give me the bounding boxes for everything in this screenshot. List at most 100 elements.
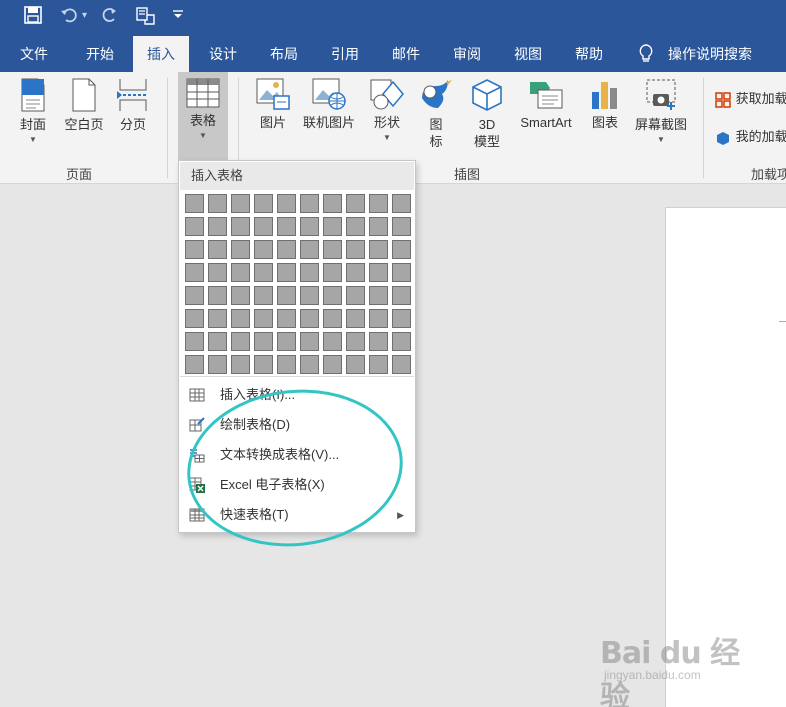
table-grid-cell[interactable]	[300, 194, 319, 213]
table-grid-cell[interactable]	[392, 217, 411, 236]
undo-dropdown-icon[interactable]: ▾	[82, 6, 87, 26]
table-grid-cell[interactable]	[392, 332, 411, 351]
save-icon[interactable]	[24, 6, 42, 30]
table-grid-cell[interactable]	[346, 332, 365, 351]
table-grid-cell[interactable]	[346, 286, 365, 305]
tab-view[interactable]: 视图	[500, 36, 556, 72]
table-grid-cell[interactable]	[277, 286, 296, 305]
table-grid-cell[interactable]	[300, 217, 319, 236]
redo-icon[interactable]	[100, 6, 118, 30]
table-grid-cell[interactable]	[254, 355, 273, 374]
table-grid-cell[interactable]	[369, 240, 388, 259]
table-grid-cell[interactable]	[231, 217, 250, 236]
table-grid-cell[interactable]	[369, 194, 388, 213]
table-grid-cell[interactable]	[254, 217, 273, 236]
table-grid-cell[interactable]	[392, 286, 411, 305]
table-grid-cell[interactable]	[254, 194, 273, 213]
table-grid-cell[interactable]	[208, 217, 227, 236]
table-grid-cell[interactable]	[231, 355, 250, 374]
table-grid-cell[interactable]	[185, 355, 204, 374]
table-grid-cell[interactable]	[323, 194, 342, 213]
table-grid-cell[interactable]	[231, 309, 250, 328]
table-grid-cell[interactable]	[323, 332, 342, 351]
table-grid-cell[interactable]	[254, 263, 273, 282]
table-grid-cell[interactable]	[323, 286, 342, 305]
table-grid-cell[interactable]	[392, 240, 411, 259]
table-grid-cell[interactable]	[277, 309, 296, 328]
table-grid-cell[interactable]	[346, 355, 365, 374]
table-grid-cell[interactable]	[369, 217, 388, 236]
picture-button[interactable]: 图片	[252, 72, 294, 162]
chart-button[interactable]: 图表	[584, 72, 626, 162]
tab-file[interactable]: 文件	[8, 36, 60, 72]
table-grid-cell[interactable]	[392, 355, 411, 374]
table-grid-cell[interactable]	[369, 332, 388, 351]
table-grid-cell[interactable]	[323, 217, 342, 236]
table-grid-cell[interactable]	[369, 286, 388, 305]
table-button[interactable]: 表格 ▼	[178, 72, 228, 162]
table-grid-cell[interactable]	[277, 332, 296, 351]
table-grid-cell[interactable]	[208, 309, 227, 328]
table-grid-cell[interactable]	[185, 332, 204, 351]
table-grid-cell[interactable]	[231, 240, 250, 259]
table-grid-cell[interactable]	[231, 194, 250, 213]
table-grid-cell[interactable]	[277, 263, 296, 282]
tab-review[interactable]: 审阅	[439, 36, 495, 72]
tab-references[interactable]: 引用	[317, 36, 373, 72]
tab-layout[interactable]: 布局	[256, 36, 312, 72]
table-grid-cell[interactable]	[185, 286, 204, 305]
table-grid-cell[interactable]	[231, 286, 250, 305]
table-grid-cell[interactable]	[300, 355, 319, 374]
tell-me-search[interactable]: 操作说明搜索	[668, 36, 778, 72]
table-grid-cell[interactable]	[346, 240, 365, 259]
table-grid-cell[interactable]	[392, 263, 411, 282]
table-grid-cell[interactable]	[254, 332, 273, 351]
table-grid-cell[interactable]	[369, 355, 388, 374]
table-grid-cell[interactable]	[346, 194, 365, 213]
table-grid-cell[interactable]	[208, 286, 227, 305]
table-grid-cell[interactable]	[346, 217, 365, 236]
table-grid-cell[interactable]	[254, 286, 273, 305]
table-grid-cell[interactable]	[208, 240, 227, 259]
touch-mode-icon[interactable]	[136, 6, 156, 32]
shapes-button[interactable]: 形状 ▼	[366, 72, 408, 162]
table-grid-cell[interactable]	[392, 194, 411, 213]
table-grid-cell[interactable]	[369, 309, 388, 328]
tab-mailings[interactable]: 邮件	[378, 36, 434, 72]
table-grid-cell[interactable]	[277, 355, 296, 374]
table-grid-cell[interactable]	[300, 263, 319, 282]
tab-home[interactable]: 开始	[72, 36, 128, 72]
table-grid-cell[interactable]	[392, 309, 411, 328]
table-grid-cell[interactable]	[277, 194, 296, 213]
tab-help[interactable]: 帮助	[561, 36, 617, 72]
table-grid-cell[interactable]	[323, 263, 342, 282]
table-grid-cell[interactable]	[300, 240, 319, 259]
table-grid-cell[interactable]	[323, 240, 342, 259]
table-grid-cell[interactable]	[254, 309, 273, 328]
table-grid-cell[interactable]	[300, 332, 319, 351]
table-grid-cell[interactable]	[208, 355, 227, 374]
table-grid-cell[interactable]	[185, 194, 204, 213]
my-addins-button[interactable]: 我的加载	[714, 126, 786, 150]
customize-icon[interactable]	[172, 6, 184, 26]
table-grid-cell[interactable]	[323, 309, 342, 328]
table-grid-cell[interactable]	[277, 240, 296, 259]
table-grid-cell[interactable]	[277, 217, 296, 236]
tab-insert[interactable]: 插入	[133, 36, 189, 72]
table-grid-cell[interactable]	[185, 240, 204, 259]
table-grid-cell[interactable]	[185, 217, 204, 236]
cover-page-button[interactable]: 封面 ▼	[12, 72, 54, 162]
icons-button[interactable]: 图标	[416, 72, 456, 162]
table-grid-cell[interactable]	[300, 286, 319, 305]
tab-design[interactable]: 设计	[195, 36, 251, 72]
page-break-button[interactable]: 分页	[112, 72, 154, 162]
table-grid-cell[interactable]	[254, 240, 273, 259]
table-grid-cell[interactable]	[323, 355, 342, 374]
undo-icon[interactable]	[60, 6, 78, 30]
table-grid-cell[interactable]	[369, 263, 388, 282]
smartart-button[interactable]: SmartArt	[512, 72, 580, 162]
table-grid-cell[interactable]	[208, 263, 227, 282]
table-grid-cell[interactable]	[185, 263, 204, 282]
table-grid-cell[interactable]	[300, 309, 319, 328]
screenshot-button[interactable]: 屏幕截图 ▼	[630, 72, 692, 162]
